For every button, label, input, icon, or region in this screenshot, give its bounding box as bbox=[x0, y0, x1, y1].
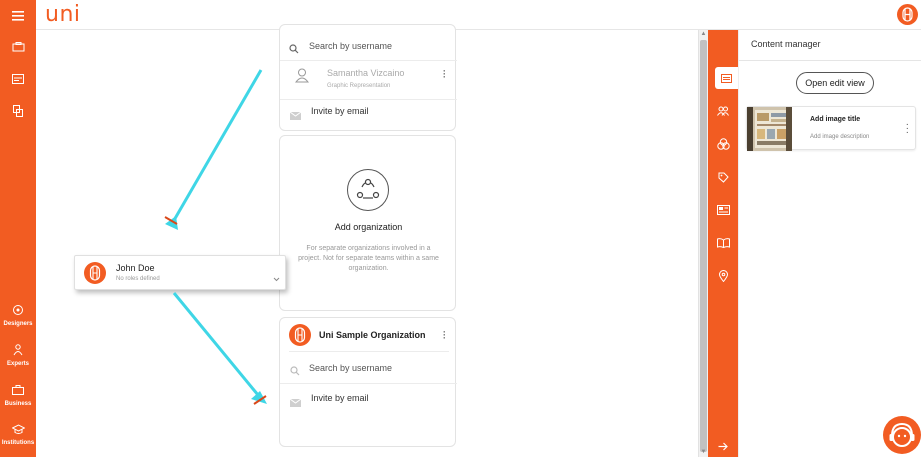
workspace-canvas: Search by username Samantha Vizcaino Gra… bbox=[36, 24, 698, 457]
scroll-down-arrow[interactable]: ▼ bbox=[700, 449, 707, 455]
canvas-scrollbar[interactable]: ▲ ▼ bbox=[698, 30, 708, 457]
experts-icon[interactable] bbox=[0, 343, 36, 357]
support-headset-icon[interactable] bbox=[883, 416, 921, 454]
left-sidebar: Designers Experts Business Institutions bbox=[0, 0, 36, 457]
book-icon[interactable] bbox=[708, 232, 738, 254]
image-description[interactable]: Add image description bbox=[810, 134, 869, 140]
content-manager-icon[interactable] bbox=[715, 67, 738, 89]
layout-icon[interactable] bbox=[708, 199, 738, 221]
location-pin-icon[interactable] bbox=[708, 265, 738, 287]
arrow-right-icon[interactable] bbox=[708, 435, 738, 457]
arrow-down-right bbox=[172, 292, 267, 405]
circles-icon[interactable] bbox=[708, 133, 738, 155]
hamburger-menu-icon[interactable] bbox=[0, 8, 36, 24]
top-header: uni bbox=[36, 0, 921, 30]
image-card[interactable]: Add image title Add image description · ·… bbox=[746, 106, 916, 151]
sidebar-label-institutions[interactable]: Institutions bbox=[0, 440, 36, 446]
designers-icon[interactable] bbox=[0, 303, 36, 317]
panel-title: Content manager bbox=[751, 39, 821, 49]
image-options-icon[interactable]: · · · bbox=[906, 120, 909, 138]
business-icon[interactable] bbox=[0, 383, 36, 397]
annotation-arrows bbox=[164, 69, 267, 405]
content-manager-panel: Content manager Open edit view Add image… bbox=[738, 30, 921, 457]
image-thumbnail[interactable] bbox=[747, 107, 792, 151]
sidebar-label-business[interactable]: Business bbox=[0, 401, 36, 407]
user-avatar[interactable] bbox=[897, 4, 918, 25]
scroll-up-arrow[interactable]: ▲ bbox=[700, 31, 707, 37]
team-icon[interactable] bbox=[708, 100, 738, 122]
scrollbar-thumb[interactable] bbox=[700, 40, 707, 452]
gallery-icon[interactable] bbox=[0, 72, 36, 86]
sidebar-label-designers[interactable]: Designers bbox=[0, 321, 36, 327]
tag-icon[interactable] bbox=[708, 166, 738, 188]
open-edit-view-button[interactable]: Open edit view bbox=[796, 72, 874, 94]
institutions-icon[interactable] bbox=[0, 422, 36, 436]
image-title[interactable]: Add image title bbox=[810, 116, 860, 123]
uni-logo[interactable]: uni bbox=[45, 2, 81, 27]
sidebar-label-experts[interactable]: Experts bbox=[0, 361, 36, 367]
right-toolbar bbox=[708, 30, 738, 457]
arrow-down-left bbox=[164, 69, 263, 230]
projects-icon[interactable] bbox=[0, 40, 36, 54]
documents-icon[interactable] bbox=[0, 104, 36, 118]
